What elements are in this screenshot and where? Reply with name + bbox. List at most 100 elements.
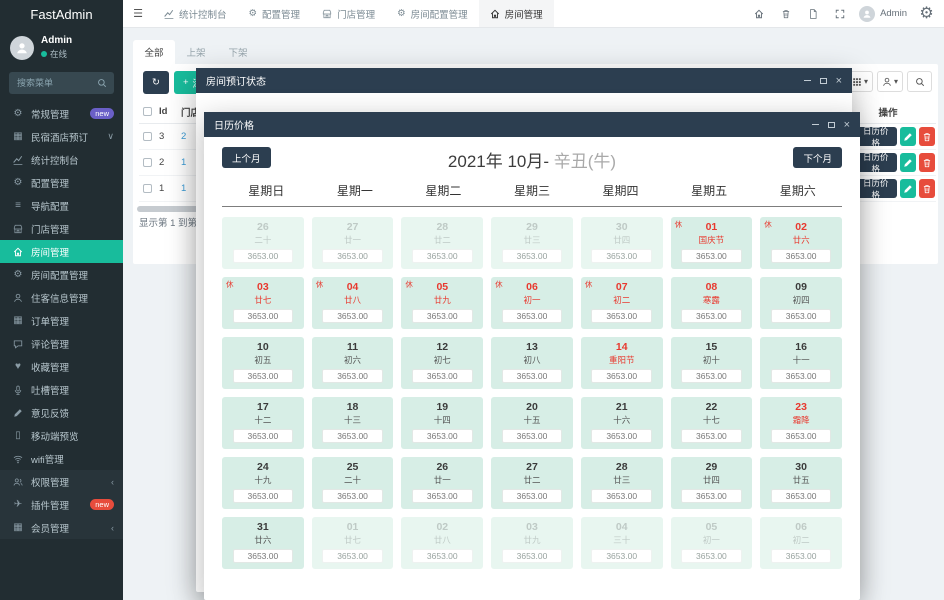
filter-tab-下架[interactable]: 下架: [217, 40, 259, 64]
sidebar-item-权限管理[interactable]: 权限管理‹: [0, 470, 123, 493]
edit-button[interactable]: [900, 153, 916, 172]
price-input[interactable]: [681, 429, 741, 443]
calendar-cell[interactable]: 25二十: [312, 457, 394, 509]
price-input[interactable]: [233, 369, 293, 383]
price-input[interactable]: [771, 369, 831, 383]
calendar-cell[interactable]: 17十二: [222, 397, 304, 449]
row-checkbox[interactable]: [143, 184, 152, 193]
price-input[interactable]: [502, 429, 562, 443]
price-input[interactable]: [591, 309, 651, 323]
price-input[interactable]: [412, 309, 472, 323]
price-input[interactable]: [502, 489, 562, 503]
price-input[interactable]: [502, 309, 562, 323]
price-input[interactable]: [322, 369, 382, 383]
calendar-cell[interactable]: 20十五: [491, 397, 573, 449]
sidebar-item-wifi管理[interactable]: wifi管理: [0, 447, 123, 470]
calendar-cell[interactable]: 24十九: [222, 457, 304, 509]
calendar-cell[interactable]: 休03廿七: [222, 277, 304, 329]
maximize-button[interactable]: [828, 122, 835, 128]
calendar-cell[interactable]: 11初六: [312, 337, 394, 389]
price-input[interactable]: [233, 429, 293, 443]
price-input[interactable]: [591, 369, 651, 383]
price-input[interactable]: [681, 249, 741, 263]
price-input[interactable]: [591, 249, 651, 263]
calendar-cell[interactable]: 休01国庆节: [671, 217, 753, 269]
calendar-cell[interactable]: 22十七: [671, 397, 753, 449]
calendar-cell[interactable]: 休05廿九: [401, 277, 483, 329]
calendar-cell[interactable]: 28廿三: [581, 457, 663, 509]
sidebar-item-收藏管理[interactable]: ♥收藏管理: [0, 355, 123, 378]
booking-modal-header[interactable]: 房间预订状态 ×: [196, 68, 852, 93]
calendar-cell[interactable]: 21十六: [581, 397, 663, 449]
calendar-cell[interactable]: 30廿四: [581, 217, 663, 269]
calendar-cell[interactable]: 31廿六: [222, 517, 304, 569]
price-input[interactable]: [591, 489, 651, 503]
calendar-cell[interactable]: 27廿一: [312, 217, 394, 269]
calendar-cell[interactable]: 27廿二: [491, 457, 573, 509]
price-input[interactable]: [771, 429, 831, 443]
calendar-cell[interactable]: 23霜降: [760, 397, 842, 449]
edit-button[interactable]: [900, 127, 916, 146]
filter-tab-上架[interactable]: 上架: [175, 40, 217, 64]
refresh-button[interactable]: ↻: [143, 71, 169, 94]
sidebar-item-常规管理[interactable]: ⚙常规管理new: [0, 102, 123, 125]
price-input[interactable]: [322, 489, 382, 503]
settings-button[interactable]: ⚙: [913, 6, 940, 22]
price-input[interactable]: [502, 549, 562, 563]
sidebar-item-移动端预览[interactable]: ▯移动端预览: [0, 424, 123, 447]
delete-button[interactable]: [919, 127, 935, 146]
close-button[interactable]: ×: [844, 119, 850, 131]
brand-logo[interactable]: FastAdmin: [0, 0, 123, 30]
calendar-cell[interactable]: 15初十: [671, 337, 753, 389]
calendar-cell[interactable]: 19十四: [401, 397, 483, 449]
sidebar-item-吐槽管理[interactable]: 吐槽管理: [0, 378, 123, 401]
calendar-cell[interactable]: 休04廿八: [312, 277, 394, 329]
price-input[interactable]: [681, 309, 741, 323]
price-input[interactable]: [233, 489, 293, 503]
calendar-cell[interactable]: 休06初一: [491, 277, 573, 329]
price-input[interactable]: [681, 549, 741, 563]
price-input[interactable]: [233, 249, 293, 263]
delete-button[interactable]: [919, 179, 935, 198]
calendar-cell[interactable]: 01廿七: [312, 517, 394, 569]
sidebar-item-订单管理[interactable]: ▦订单管理: [0, 309, 123, 332]
calendar-cell[interactable]: 05初一: [671, 517, 753, 569]
sidebar-item-住客信息管理[interactable]: 住客信息管理: [0, 286, 123, 309]
doc-button[interactable]: [799, 9, 826, 19]
price-input[interactable]: [233, 309, 293, 323]
price-input[interactable]: [412, 429, 472, 443]
minimize-button[interactable]: [812, 124, 819, 125]
calendar-cell[interactable]: 29廿三: [491, 217, 573, 269]
sidebar-item-统计控制台[interactable]: 统计控制台: [0, 148, 123, 171]
sidebar-item-插件管理[interactable]: ✈插件管理new: [0, 493, 123, 516]
row-checkbox[interactable]: [143, 132, 152, 141]
calendar-cell[interactable]: 09初四: [760, 277, 842, 329]
calendar-cell[interactable]: 26廿一: [401, 457, 483, 509]
select-all-checkbox[interactable]: [143, 107, 152, 116]
calendar-cell[interactable]: 休07初二: [581, 277, 663, 329]
navbar-tab-配置管理[interactable]: ⚙配置管理: [238, 0, 312, 27]
navbar-tab-门店管理[interactable]: 门店管理: [311, 0, 386, 27]
calendar-cell[interactable]: 03廿九: [491, 517, 573, 569]
price-input[interactable]: [412, 549, 472, 563]
price-input[interactable]: [412, 489, 472, 503]
calendar-cell[interactable]: 30廿五: [760, 457, 842, 509]
next-month-button[interactable]: 下个月: [793, 147, 842, 168]
calendar-modal-header[interactable]: 日历价格 ×: [204, 112, 860, 137]
sidebar-item-导航配置[interactable]: ≡导航配置: [0, 194, 123, 217]
hamburger-icon[interactable]: ☰: [123, 7, 153, 20]
calendar-cell[interactable]: 28廿二: [401, 217, 483, 269]
close-button[interactable]: ×: [836, 75, 842, 87]
navbar-tab-房间管理[interactable]: 房间管理: [479, 0, 554, 27]
calendar-cell[interactable]: 10初五: [222, 337, 304, 389]
price-input[interactable]: [771, 489, 831, 503]
search-icon[interactable]: [97, 78, 107, 88]
row-checkbox[interactable]: [143, 158, 152, 167]
calendar-cell[interactable]: 18十三: [312, 397, 394, 449]
price-input[interactable]: [591, 549, 651, 563]
delete-button[interactable]: [919, 153, 935, 172]
calendar-cell[interactable]: 29廿四: [671, 457, 753, 509]
trash-button[interactable]: [772, 9, 799, 19]
sidebar-item-意见反馈[interactable]: 意见反馈: [0, 401, 123, 424]
calendar-cell[interactable]: 13初八: [491, 337, 573, 389]
